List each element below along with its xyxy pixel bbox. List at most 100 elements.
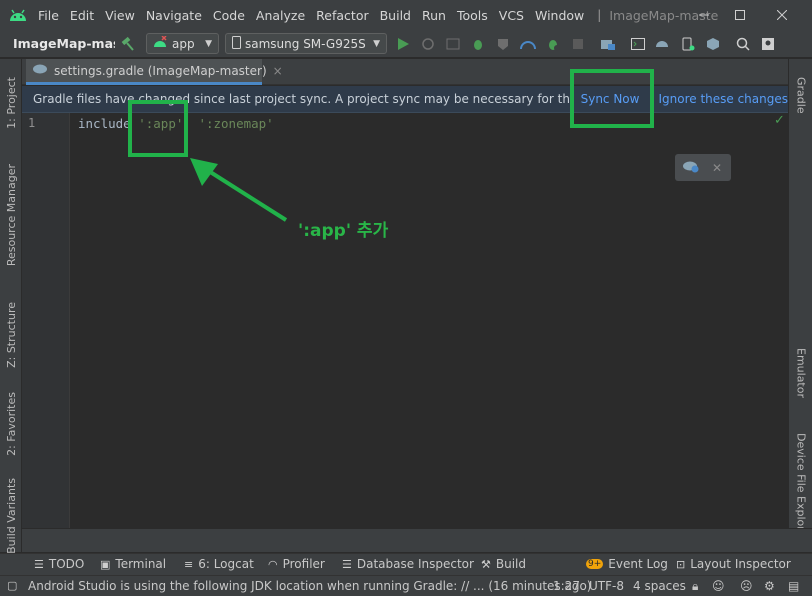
close-tab-icon[interactable]: × — [273, 64, 283, 78]
tab-project[interactable]: 1: Project — [0, 63, 22, 143]
inspector-icon[interactable]: ⚙ — [764, 579, 775, 593]
menu-vcs[interactable]: VCS — [499, 8, 524, 23]
annotation-label: ':app' 추가 — [298, 221, 389, 241]
android-app-icon — [153, 35, 167, 51]
left-tool-strip: 1: Project Resource Manager Z: Structure… — [0, 59, 22, 555]
maximize-icon[interactable] — [722, 0, 758, 30]
no-problems-check-icon: ✓ — [774, 113, 785, 128]
tab-emulator-label: Emulator — [794, 348, 808, 398]
gradle-sync-icon[interactable] — [682, 159, 700, 176]
android-studio-logo-icon — [8, 8, 28, 22]
ignore-changes-link[interactable]: Ignore these changes — [658, 92, 788, 106]
menu-analyze[interactable]: Analyze — [256, 8, 305, 23]
menu-view[interactable]: View — [105, 8, 135, 23]
device-manager-icon[interactable] — [676, 32, 700, 56]
layout-inspector-icon: ⊡ — [676, 557, 686, 571]
tool-layout-inspector-label: Layout Inspector — [690, 557, 791, 571]
menu-window[interactable]: Window — [535, 8, 584, 23]
caret-position[interactable]: 1:27 — [553, 579, 580, 593]
event-log-badge-icon: 9+ — [586, 559, 604, 569]
chevron-down-icon: ▼ — [205, 38, 212, 49]
menu-refactor[interactable]: Refactor — [316, 8, 368, 23]
tab-build-variants[interactable]: Build Variants — [0, 477, 22, 555]
sync-project-icon[interactable] — [596, 32, 620, 56]
terminal-icon: ▣ — [100, 557, 111, 571]
tool-terminal[interactable]: ▣ Terminal — [100, 557, 166, 571]
menu-run[interactable]: Run — [422, 8, 446, 23]
phone-icon — [232, 35, 241, 52]
tool-event-log-label: Event Log — [608, 557, 668, 571]
file-encoding[interactable]: UTF-8 — [589, 579, 624, 593]
menu-file[interactable]: File — [38, 8, 59, 23]
tool-database-inspector[interactable]: ☰ Database Inspector — [342, 557, 474, 571]
hammer-icon: ⚒ — [481, 557, 491, 571]
chevron-down-icon: ▼ — [373, 38, 380, 49]
tab-structure-label: Z: Structure — [4, 302, 18, 368]
tool-event-log[interactable]: 9+ Event Log — [586, 557, 668, 571]
tool-todo[interactable]: ☰ TODO — [34, 557, 84, 571]
tab-build-variants-label: Build Variants — [4, 478, 18, 554]
profile-icon[interactable] — [516, 32, 540, 56]
tab-emulator[interactable]: Emulator — [789, 333, 812, 413]
sync-now-highlight — [570, 69, 654, 128]
menu-build[interactable]: Build — [380, 8, 411, 23]
gradle-sync-popup: ✕ — [675, 154, 731, 181]
terminal-window-icon[interactable] — [626, 32, 650, 56]
menu-code[interactable]: Code — [213, 8, 245, 23]
close-popup-icon[interactable]: ✕ — [712, 161, 722, 175]
tab-gradle[interactable]: Gradle — [789, 65, 812, 125]
apply-code-changes-icon[interactable] — [441, 32, 465, 56]
menu-navigate[interactable]: Navigate — [146, 8, 202, 23]
tab-resource-manager[interactable]: Resource Manager — [0, 155, 22, 275]
tool-logcat-label: 6: Logcat — [198, 557, 254, 571]
editor-bottom-area — [22, 528, 812, 552]
tool-terminal-label: Terminal — [115, 557, 167, 571]
tool-window-bar: ☰ TODO ▣ Terminal ≡ 6: Logcat ◠ Profiler ☰ Da… — [0, 553, 812, 575]
tool-layout-inspector[interactable]: ⊡ Layout Inspector — [676, 557, 791, 571]
tool-profiler-label: Profiler — [282, 557, 325, 571]
list-icon: ☰ — [34, 557, 44, 571]
device-select[interactable]: samsung SM-G925S ▼ — [225, 33, 387, 54]
status-bar: ▢ Android Studio is using the following … — [0, 575, 812, 596]
happy-face-icon[interactable]: ☺ — [712, 579, 725, 593]
minimize-icon[interactable] — [686, 0, 722, 30]
line-number: 1 — [28, 116, 36, 130]
tool-logcat[interactable]: ≡ 6: Logcat — [184, 557, 254, 571]
tab-resource-manager-label: Resource Manager — [4, 163, 18, 267]
close-window-icon[interactable] — [764, 0, 800, 30]
app-entry-highlight — [128, 100, 188, 157]
apply-changes-icon[interactable] — [416, 32, 440, 56]
editor-tab-settings-gradle[interactable]: settings.gradle (ImageMap-master) × — [26, 59, 283, 85]
right-tool-strip: Gradle Emulator Device File Explorer — [788, 59, 812, 552]
sdk-manager-icon[interactable] — [701, 32, 725, 56]
menu-edit[interactable]: Edit — [70, 8, 94, 23]
tool-todo-label: TODO — [48, 557, 85, 571]
run-config-select[interactable]: app ▼ — [146, 33, 219, 54]
tab-favorites-label: 2: Favorites — [4, 392, 18, 456]
menu-tools[interactable]: Tools — [457, 8, 488, 23]
sad-face-icon[interactable]: ☹ — [740, 579, 753, 593]
tab-device-file-explorer-label: Device File Explorer — [794, 432, 808, 542]
debug-icon[interactable] — [466, 32, 490, 56]
run-icon[interactable] — [391, 32, 415, 56]
hammer-build-icon[interactable] — [116, 32, 140, 56]
tool-profiler[interactable]: ◠ Profiler — [268, 557, 325, 571]
memory-icon[interactable]: ▤ — [788, 579, 799, 593]
code-keyword: include — [78, 116, 131, 131]
run-config-label: app — [172, 36, 195, 51]
tab-structure[interactable]: Z: Structure — [0, 285, 22, 385]
stop-icon[interactable] — [566, 32, 590, 56]
gradle-elephant-icon — [32, 63, 48, 78]
coverage-icon[interactable] — [491, 32, 515, 56]
lock-icon[interactable]: 🔒︎ — [692, 579, 698, 594]
search-icon[interactable] — [731, 32, 755, 56]
status-toggle-icon[interactable]: ▢ — [7, 579, 17, 592]
indent-setting[interactable]: 4 spaces — [633, 579, 686, 593]
attach-debugger-icon[interactable] — [541, 32, 565, 56]
tab-project-label: 1: Project — [4, 77, 18, 129]
tool-build[interactable]: ⚒ Build — [481, 557, 526, 571]
status-message[interactable]: Android Studio is using the following JD… — [28, 579, 591, 593]
tab-favorites[interactable]: 2: Favorites — [0, 379, 22, 469]
avd-manager-icon[interactable] — [651, 32, 675, 56]
settings-profile-icon[interactable] — [756, 32, 780, 56]
